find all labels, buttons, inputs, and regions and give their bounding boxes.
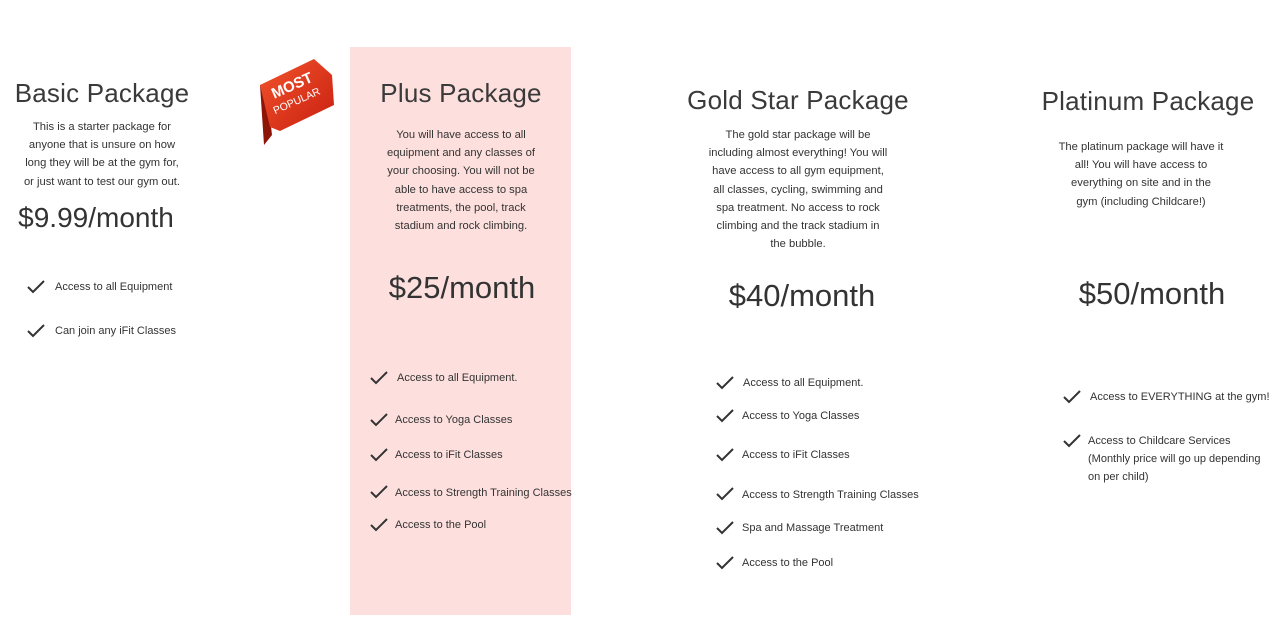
plus-package-title: Plus Package	[380, 78, 542, 108]
basic-package-description: This is a starter package for anyone tha…	[23, 121, 181, 188]
check-icon	[716, 448, 734, 462]
check-icon	[1063, 434, 1081, 448]
check-icon	[716, 487, 734, 501]
check-icon	[716, 521, 734, 535]
platinum-feature-1: Access to EVERYTHING at the gym!	[1090, 391, 1270, 403]
check-icon	[370, 518, 388, 532]
check-icon	[370, 413, 388, 427]
platinum-package-description: The platinum package will have it all! Y…	[1058, 141, 1224, 208]
pricing-page: MOST POPULAR Basic Package This is a sta…	[0, 0, 1285, 634]
check-icon	[370, 448, 388, 462]
basic-package-title: Basic Package	[14, 78, 190, 108]
check-icon	[716, 409, 734, 423]
check-icon	[27, 324, 45, 338]
check-icon	[716, 376, 734, 390]
plus-feature-5: Access to the Pool	[395, 519, 487, 531]
gold-feature-4: Access to Strength Training Classes	[742, 489, 919, 501]
gold-feature-2: Access to Yoga Classes	[742, 410, 860, 422]
check-icon	[1063, 390, 1081, 404]
basic-feature-2: Can join any iFit Classes	[55, 325, 177, 337]
gold-feature-1: Access to all Equipment.	[743, 377, 864, 389]
basic-feature-1: Access to all Equipment	[55, 281, 173, 293]
plus-feature-4: Access to Strength Training Classes	[395, 487, 572, 499]
gold-star-package-price: $40/month	[728, 278, 876, 313]
check-icon	[27, 280, 45, 294]
check-icon	[370, 371, 388, 385]
platinum-feature-2: Access to Childcare Services (Monthly pr…	[1088, 435, 1261, 483]
gold-feature-6: Access to the Pool	[742, 557, 834, 569]
plus-feature-3: Access to iFit Classes	[395, 449, 503, 461]
gold-feature-5: Spa and Massage Treatment	[742, 522, 884, 534]
plus-package-price: $25/month	[388, 270, 536, 305]
plus-feature-2: Access to Yoga Classes	[395, 414, 513, 426]
plus-package-description: You will have access to all equipment an…	[386, 129, 536, 233]
basic-package-price: $9.99/month	[18, 202, 174, 233]
platinum-package-title: Platinum Package	[1041, 86, 1255, 116]
check-icon	[370, 485, 388, 499]
most-popular-badge: MOST POPULAR	[256, 55, 336, 147]
plus-feature-1: Access to all Equipment.	[397, 372, 518, 384]
gold-star-package-title: Gold Star Package	[687, 85, 909, 115]
gold-feature-3: Access to iFit Classes	[742, 449, 850, 461]
gold-star-package-description: The gold star package will be including …	[708, 129, 888, 251]
check-icon	[716, 556, 734, 570]
platinum-package-price: $50/month	[1078, 276, 1226, 311]
